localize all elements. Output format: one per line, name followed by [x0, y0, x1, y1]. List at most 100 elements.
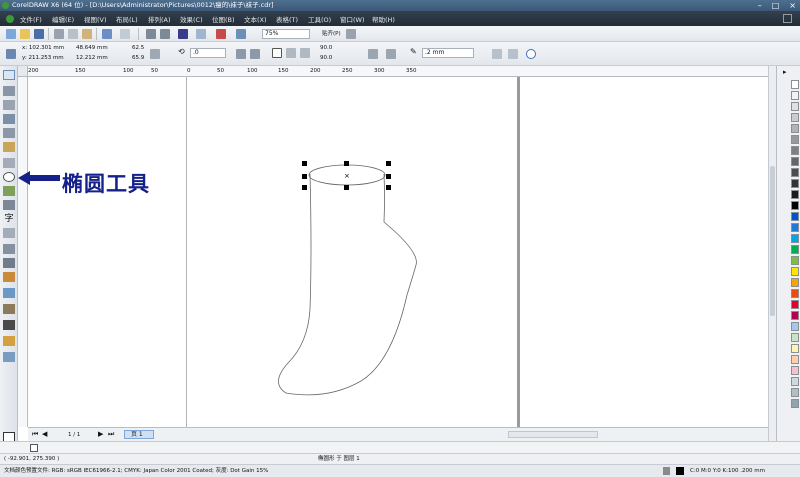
selection-handle[interactable]	[344, 161, 349, 166]
selection-handle[interactable]	[344, 185, 349, 190]
interactive-fill-icon[interactable]	[3, 352, 15, 362]
selection-handle[interactable]	[386, 185, 391, 190]
fill-tool-icon[interactable]	[3, 336, 15, 346]
menu-window[interactable]: 窗口(W)	[340, 14, 372, 24]
color-swatch[interactable]	[791, 311, 799, 320]
color-swatch[interactable]	[791, 234, 799, 243]
maximize-button[interactable]: □	[772, 1, 780, 10]
options-icon[interactable]	[346, 29, 356, 39]
save-icon[interactable]	[34, 29, 44, 39]
outline-width-select[interactable]: .2 mm	[422, 48, 474, 58]
weld-icon[interactable]	[508, 49, 518, 59]
drawing-canvas[interactable]: ×	[28, 77, 768, 427]
basic-shapes-icon[interactable]	[3, 200, 15, 210]
snap-to-dropdown[interactable]: 贴齐(P)	[322, 30, 341, 38]
quick-customize-icon[interactable]	[526, 49, 536, 59]
lock-ratio-icon[interactable]	[150, 49, 160, 59]
table-tool-icon[interactable]	[3, 228, 15, 238]
arc-mode-icon[interactable]	[300, 48, 310, 58]
color-swatch[interactable]	[791, 190, 799, 199]
color-swatch[interactable]	[791, 223, 799, 232]
cut-icon[interactable]	[54, 29, 64, 39]
close-button[interactable]: ×	[789, 1, 796, 10]
paste-icon[interactable]	[82, 29, 92, 39]
ellipse-mode-icon[interactable]	[272, 48, 282, 58]
color-swatch[interactable]	[791, 80, 799, 89]
blend-tool-icon[interactable]	[3, 272, 15, 282]
ruler-origin[interactable]	[18, 66, 28, 77]
end-angle-field[interactable]: 90.0	[320, 54, 332, 62]
dimension-tool-icon[interactable]	[3, 244, 15, 254]
menu-view[interactable]: 视图(V)	[84, 14, 116, 24]
pie-mode-icon[interactable]	[286, 48, 296, 58]
color-swatch[interactable]	[791, 344, 799, 353]
rectangle-tool-icon[interactable]	[3, 158, 15, 168]
menubar-restore-icon[interactable]	[783, 14, 792, 23]
undo-icon[interactable]	[102, 29, 112, 39]
color-swatch[interactable]	[791, 179, 799, 188]
shape-tool-icon[interactable]	[3, 86, 15, 96]
menu-tools[interactable]: 工具(O)	[308, 14, 340, 24]
y-position-field[interactable]: y: 211.253 mm	[22, 54, 64, 62]
color-swatch[interactable]	[791, 278, 799, 287]
import-icon[interactable]	[146, 29, 156, 39]
color-swatch[interactable]	[791, 289, 799, 298]
menu-help[interactable]: 帮助(H)	[372, 14, 404, 24]
sock-drawing[interactable]: ×	[28, 77, 768, 427]
menu-edit[interactable]: 编辑(E)	[52, 14, 84, 24]
corel-connect-icon[interactable]	[236, 29, 246, 39]
vertical-scrollbar[interactable]	[768, 66, 776, 441]
ellipse-tool-icon[interactable]	[3, 172, 15, 182]
selection-handle[interactable]	[386, 174, 391, 179]
freehand-tool-icon[interactable]	[3, 128, 15, 138]
color-swatch[interactable]	[791, 124, 799, 133]
color-swatch[interactable]	[791, 377, 799, 386]
selection-handle[interactable]	[386, 161, 391, 166]
color-swatch[interactable]	[791, 157, 799, 166]
height-field[interactable]: 12.212 mm	[76, 54, 108, 62]
last-page-icon[interactable]: ⏭	[108, 430, 114, 438]
color-swatch[interactable]	[791, 146, 799, 155]
color-swatch[interactable]	[791, 135, 799, 144]
connector-tool-icon[interactable]	[3, 258, 15, 268]
color-profile-info[interactable]: 文档颜色预置文件: RGB: sRGB IEC61966-2.1; CMYK: …	[4, 467, 268, 475]
width-field[interactable]: 48.649 mm	[76, 44, 108, 52]
color-swatch[interactable]	[791, 355, 799, 364]
outline-tool-icon[interactable]	[3, 320, 15, 330]
transparency-tool-icon[interactable]	[3, 288, 15, 298]
application-launcher-icon[interactable]	[196, 29, 206, 39]
menu-effects[interactable]: 效果(C)	[180, 14, 212, 24]
publish-pdf-icon[interactable]	[178, 29, 188, 39]
vertical-ruler[interactable]	[18, 77, 28, 427]
export-icon[interactable]	[160, 29, 170, 39]
welcome-screen-icon[interactable]	[216, 29, 226, 39]
eyedropper-tool-icon[interactable]	[3, 304, 15, 314]
color-swatch[interactable]	[791, 168, 799, 177]
color-swatch[interactable]	[791, 91, 799, 100]
mirror-horizontal-icon[interactable]	[236, 49, 246, 59]
rotation-angle-field[interactable]: .0	[190, 48, 226, 58]
selection-handle[interactable]	[302, 161, 307, 166]
redo-icon[interactable]	[120, 29, 130, 39]
next-page-icon[interactable]: ▶	[98, 430, 103, 438]
menu-arrange[interactable]: 排列(A)	[148, 14, 180, 24]
copy-icon[interactable]	[68, 29, 78, 39]
scale-x-field[interactable]: 62.5	[132, 44, 144, 52]
color-swatch[interactable]	[791, 300, 799, 309]
color-swatch[interactable]	[791, 102, 799, 111]
x-position-field[interactable]: x: 102.301 mm	[22, 44, 64, 52]
prev-page-icon[interactable]: ◀	[42, 430, 47, 438]
horizontal-ruler[interactable]: 200 150 100 50 0 50 100 150 200 250 300 …	[28, 66, 768, 77]
palette-menu-icon[interactable]: ▸	[783, 68, 787, 76]
object-origin-icon[interactable]	[6, 49, 16, 59]
crop-tool-icon[interactable]	[3, 100, 15, 110]
horizontal-scrollbar[interactable]	[508, 431, 598, 438]
color-swatch[interactable]	[791, 212, 799, 221]
menu-bitmaps[interactable]: 位图(B)	[212, 14, 244, 24]
selection-handle[interactable]	[302, 174, 307, 179]
zoom-level-select[interactable]: 75%	[262, 29, 310, 39]
color-swatch[interactable]	[791, 388, 799, 397]
color-swatch[interactable]	[791, 322, 799, 331]
color-swatch[interactable]	[791, 113, 799, 122]
text-tool-icon[interactable]: 字	[3, 214, 15, 224]
